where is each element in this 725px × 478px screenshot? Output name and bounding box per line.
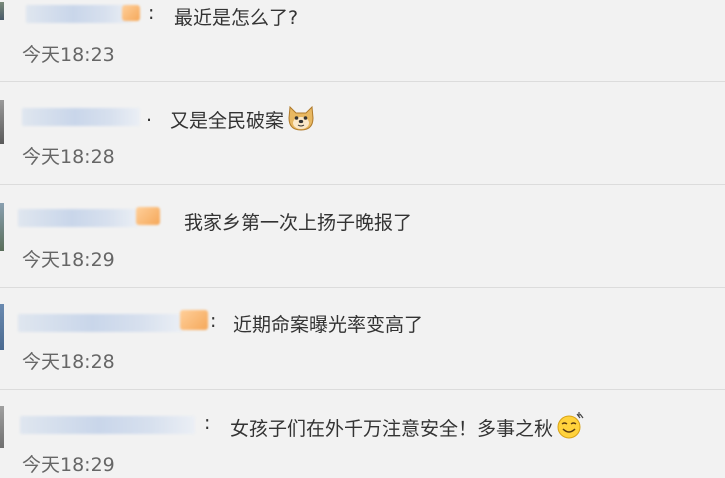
comment-text: 又是全民破案 bbox=[170, 104, 316, 133]
comment-text: 我家乡第一次上扬子晚报了 bbox=[184, 212, 413, 234]
comment-text: 最近是怎么了? bbox=[174, 7, 299, 29]
username-blurred[interactable] bbox=[18, 209, 138, 227]
comment-time: 今天18:28 bbox=[22, 146, 115, 168]
name-separator: : bbox=[204, 412, 211, 434]
avatar[interactable] bbox=[0, 203, 4, 251]
comment-text-content: 女孩子们在外千万注意安全！多事之秋 bbox=[230, 418, 554, 440]
comment-time: 今天18:23 bbox=[22, 44, 115, 66]
avatar[interactable] bbox=[0, 2, 4, 20]
comment-text: 女孩子们在外千万注意安全！多事之秋 bbox=[230, 412, 585, 441]
username-blurred[interactable] bbox=[26, 5, 131, 23]
avatar[interactable] bbox=[0, 304, 4, 350]
comment-item: 我家乡第一次上扬子晚报了 今天18:29 bbox=[0, 185, 725, 287]
comment-time: 今天18:29 bbox=[22, 454, 115, 476]
name-separator: . bbox=[146, 104, 153, 126]
comment-item: : 女孩子们在外千万注意安全！多事之秋 今天18:29 bbox=[0, 390, 725, 478]
user-badge-icon bbox=[136, 207, 160, 225]
comment-time: 今天18:28 bbox=[22, 351, 115, 373]
username-blurred[interactable] bbox=[18, 314, 183, 332]
comment-text: 近期命案曝光率变高了 bbox=[233, 314, 424, 336]
comment-item: : 近期命案曝光率变高了 今天18:28 bbox=[0, 288, 725, 390]
doge-emoji-icon bbox=[288, 105, 314, 131]
comment-item: : 最近是怎么了? 今天18:23 bbox=[0, 0, 725, 82]
comment-list: : 最近是怎么了? 今天18:23 . 又是全民破案 今天18:28 我家乡第一… bbox=[0, 0, 725, 478]
username-blurred[interactable] bbox=[20, 416, 195, 434]
user-badge-icon bbox=[122, 5, 140, 21]
comment-text-content: 又是全民破案 bbox=[170, 110, 285, 132]
name-separator: : bbox=[148, 2, 155, 24]
user-badge-icon bbox=[180, 310, 208, 330]
avatar[interactable] bbox=[0, 100, 4, 144]
name-separator: : bbox=[210, 310, 217, 332]
sweat-smile-emoji-icon bbox=[557, 412, 584, 439]
username-blurred[interactable] bbox=[22, 108, 140, 126]
comment-time: 今天18:29 bbox=[22, 249, 115, 271]
comment-item: . 又是全民破案 今天18:28 bbox=[0, 82, 725, 184]
avatar[interactable] bbox=[0, 406, 4, 448]
